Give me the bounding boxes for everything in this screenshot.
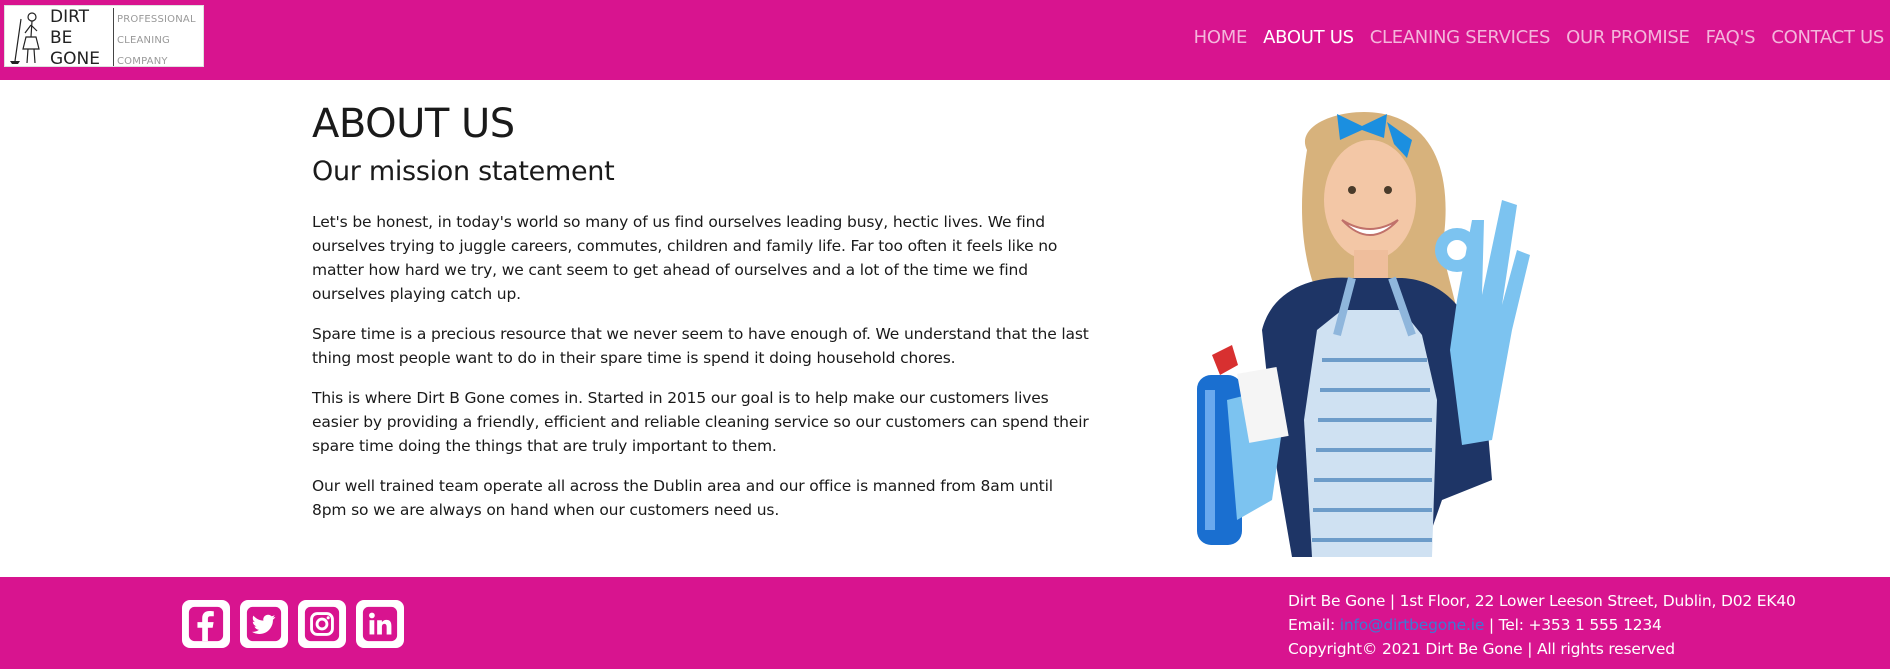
paragraph: Let's be honest, in today's world so man…: [312, 213, 1058, 303]
phone-text: | Tel: +353 1 555 1234: [1484, 616, 1662, 634]
logo-line: GONE: [50, 49, 101, 69]
site-footer: Dirt Be Gone | 1st Floor, 22 Lower Leeso…: [0, 577, 1890, 669]
facebook-icon[interactable]: [182, 600, 230, 648]
logo-wordmark: DIRT BE GONE: [50, 7, 112, 70]
social-links: [182, 600, 404, 648]
logo-tagline-line: COMPANY: [117, 56, 168, 67]
logo-divider: [113, 8, 114, 66]
nav-faqs[interactable]: FAQ'S: [1706, 27, 1756, 48]
cleaning-lady-figure-icon: [10, 12, 40, 64]
nav-home[interactable]: HOME: [1194, 27, 1248, 48]
linkedin-icon[interactable]: [356, 600, 404, 648]
logo-tagline-line: CLEANING: [117, 35, 170, 46]
paragraph: This is where Dirt B Gone comes in. Star…: [312, 389, 1089, 455]
logo-line: BE: [50, 28, 73, 48]
footer-address: Dirt Be Gone | 1st Floor, 22 Lower Leeso…: [1288, 592, 1796, 610]
site-logo[interactable]: DIRT BE GONE PROFESSIONAL CLEANING COMPA…: [4, 5, 204, 70]
about-content: ABOUT US Our mission statement Let's be …: [312, 98, 1092, 522]
email-link[interactable]: info@dirtbegone.ie: [1340, 616, 1485, 634]
paragraph: Our well trained team operate all across…: [312, 477, 1053, 519]
nav-our-promise[interactable]: OUR PROMISE: [1566, 27, 1690, 48]
twitter-icon[interactable]: [240, 600, 288, 648]
logo-tagline: PROFESSIONAL CLEANING COMPANY: [117, 9, 205, 72]
footer-contact-info: Dirt Be Gone | 1st Floor, 22 Lower Leeso…: [1288, 589, 1796, 661]
site-header: DIRT BE GONE PROFESSIONAL CLEANING COMPA…: [0, 0, 1890, 80]
paragraph: Spare time is a precious resource that w…: [312, 325, 1089, 367]
page-title: ABOUT US: [312, 101, 515, 147]
instagram-icon[interactable]: [298, 600, 346, 648]
section-subtitle: Our mission statement: [312, 156, 615, 187]
nav-contact-us[interactable]: CONTACT US: [1771, 27, 1884, 48]
footer-email-line: Email: info@dirtbegone.ie | Tel: +353 1 …: [1288, 613, 1796, 637]
nav-cleaning-services[interactable]: CLEANING SERVICES: [1370, 27, 1551, 48]
main-nav: HOME ABOUT US CLEANING SERVICES OUR PROM…: [1194, 0, 1885, 74]
nav-about-us[interactable]: ABOUT US: [1263, 27, 1354, 48]
hero-image-cleaner: [1197, 111, 1530, 557]
logo-line: DIRT: [50, 7, 90, 27]
footer-copyright: Copyright© 2021 Dirt Be Gone | All right…: [1288, 640, 1675, 658]
logo-tagline-line: PROFESSIONAL: [117, 14, 196, 25]
email-label: Email:: [1288, 616, 1340, 634]
